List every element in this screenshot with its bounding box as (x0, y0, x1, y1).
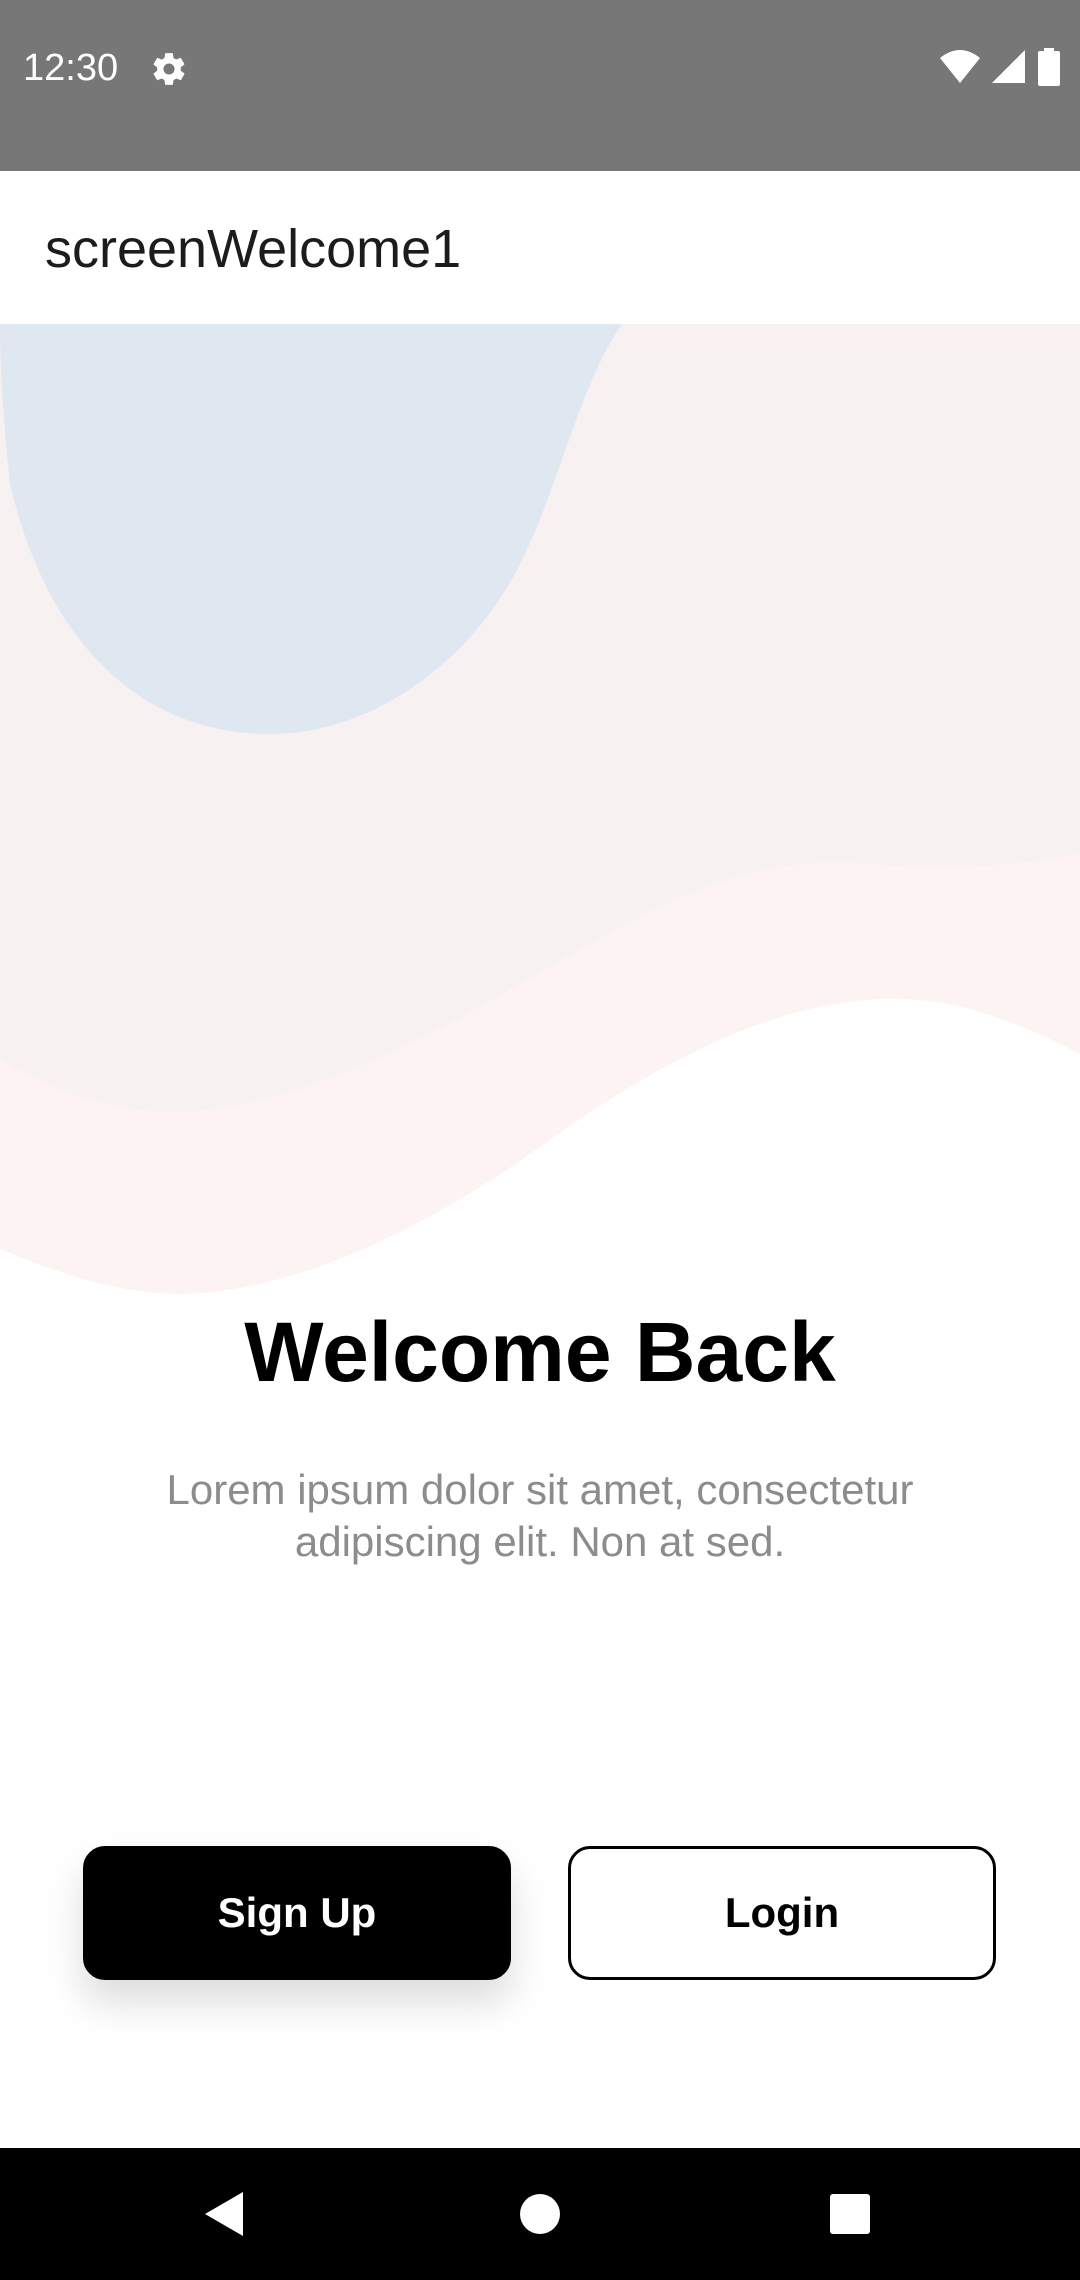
home-icon[interactable] (506, 2180, 574, 2248)
battery-icon (1038, 47, 1060, 91)
sign-up-button[interactable]: Sign Up (83, 1846, 511, 1980)
welcome-title: Welcome Back (244, 1305, 836, 1399)
recents-icon[interactable] (816, 2180, 884, 2248)
login-button[interactable]: Login (568, 1846, 996, 1980)
hero-illustration (0, 324, 1080, 1304)
gear-icon (150, 50, 188, 88)
cell-signal-icon (992, 49, 1026, 89)
status-time: 12:30 (23, 47, 119, 89)
navigation-bar (0, 2148, 1080, 2280)
status-icons (940, 47, 1060, 91)
welcome-subtitle: Lorem ipsum dolor sit amet, consectetur … (166, 1466, 914, 1565)
status-bar: 12:30 (0, 0, 1080, 171)
back-icon[interactable] (191, 2180, 259, 2248)
sign-up-button-label: Sign Up (217, 1889, 377, 1936)
app-bar-title: screenWelcome1 (45, 219, 462, 279)
wifi-icon (940, 49, 980, 89)
app-bar: screenWelcome1 (0, 171, 1080, 324)
login-button-label: Login (724, 1889, 840, 1936)
